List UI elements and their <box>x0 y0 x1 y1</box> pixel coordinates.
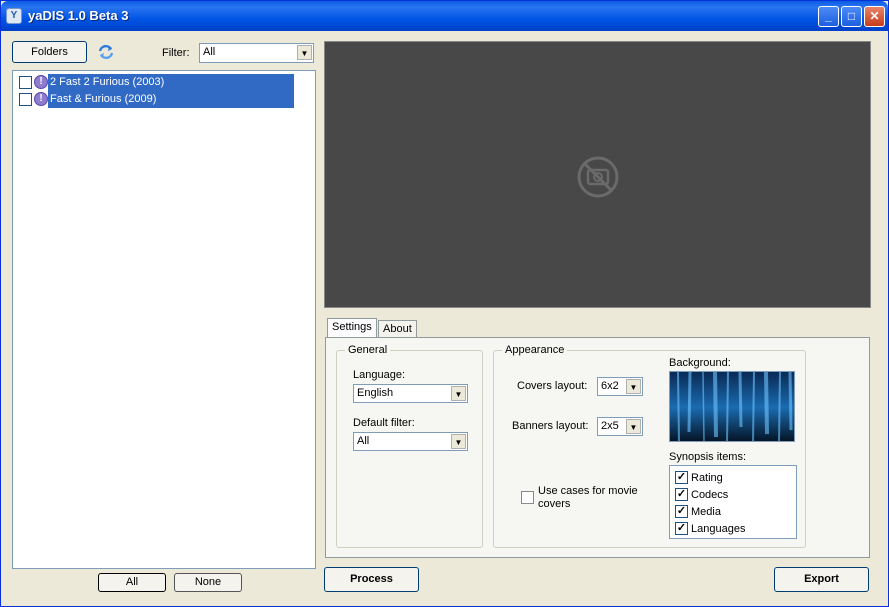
appearance-title: Appearance <box>502 344 568 356</box>
movie-list[interactable]: ! 2 Fast 2 Furious (2003) ! Fast & Furio… <box>12 70 316 569</box>
chevron-down-icon[interactable]: ▼ <box>626 379 641 394</box>
synopsis-item-label: Media <box>691 506 721 518</box>
synopsis-checkbox[interactable]: ✓ <box>675 522 688 535</box>
background-thumbnail[interactable] <box>669 371 795 442</box>
default-filter-value: All <box>357 435 370 447</box>
use-cases-label: Use cases for movie covers <box>538 485 638 510</box>
maximize-button[interactable]: □ <box>841 6 862 27</box>
synopsis-checkbox[interactable]: ✓ <box>675 471 688 484</box>
export-button[interactable]: Export <box>774 567 869 592</box>
default-filter-label: Default filter: <box>353 417 415 429</box>
minimize-button[interactable]: _ <box>818 6 839 27</box>
synopsis-checkbox[interactable]: ✓ <box>675 488 688 501</box>
no-image-icon <box>576 155 620 199</box>
synopsis-checkbox[interactable]: ✓ <box>675 505 688 518</box>
item-label: Fast & Furious (2009) <box>48 91 294 108</box>
language-value: English <box>357 387 394 399</box>
use-cases-checkbox[interactable] <box>521 491 534 504</box>
warning-icon: ! <box>34 75 48 89</box>
language-label: Language: <box>353 369 405 381</box>
appearance-group: Appearance Covers layout: 6x2 ▼ Banners … <box>493 344 806 548</box>
banners-layout-label: Banners layout: <box>512 420 589 432</box>
synopsis-item-label: Rating <box>691 472 723 484</box>
general-title: General <box>345 344 391 356</box>
select-all-button[interactable]: All <box>98 573 166 592</box>
refresh-icon[interactable] <box>97 43 115 61</box>
close-button[interactable]: ✕ <box>864 6 885 27</box>
filter-label: Filter: <box>162 47 190 59</box>
list-item[interactable]: ! 2 Fast 2 Furious (2003) <box>15 74 315 91</box>
item-checkbox[interactable] <box>19 76 32 89</box>
covers-layout-value: 6x2 <box>601 380 619 392</box>
tab-about[interactable]: About <box>378 320 417 338</box>
covers-layout-label: Covers layout: <box>517 380 588 392</box>
general-group: General Language: English ▼ Default filt… <box>336 344 483 548</box>
preview-area <box>324 41 871 308</box>
process-button[interactable]: Process <box>324 567 419 592</box>
app-window: Y yaDIS 1.0 Beta 3 _ □ ✕ Folders Filter:… <box>0 0 889 607</box>
language-select[interactable]: English ▼ <box>353 384 468 403</box>
filter-value: All <box>203 46 216 58</box>
covers-layout-select[interactable]: 6x2 ▼ <box>597 377 643 396</box>
synopsis-list[interactable]: ✓ Rating ✓ Codecs ✓ Media ✓ Languages <box>669 465 797 539</box>
background-label: Background: <box>669 357 731 369</box>
title-bar[interactable]: Y yaDIS 1.0 Beta 3 _ □ ✕ <box>1 1 888 31</box>
synopsis-label: Synopsis items: <box>669 451 747 463</box>
settings-panel: General Language: English ▼ Default filt… <box>325 337 870 558</box>
synopsis-item-label: Languages <box>691 523 746 535</box>
folders-button[interactable]: Folders <box>12 41 87 63</box>
item-checkbox[interactable] <box>19 93 32 106</box>
list-item[interactable]: ! Fast & Furious (2009) <box>15 91 315 108</box>
filter-select[interactable]: All ▼ <box>199 43 314 63</box>
window-title: yaDIS 1.0 Beta 3 <box>28 8 129 23</box>
app-icon: Y <box>6 8 22 24</box>
chevron-down-icon[interactable]: ▼ <box>297 45 312 60</box>
synopsis-item-label: Codecs <box>691 489 729 501</box>
default-filter-select[interactable]: All ▼ <box>353 432 468 451</box>
item-label: 2 Fast 2 Furious (2003) <box>48 74 294 91</box>
banners-layout-select[interactable]: 2x5 ▼ <box>597 417 643 436</box>
chevron-down-icon[interactable]: ▼ <box>451 386 466 401</box>
tab-settings[interactable]: Settings <box>327 318 377 338</box>
select-none-button[interactable]: None <box>174 573 242 592</box>
warning-icon: ! <box>34 92 48 106</box>
chevron-down-icon[interactable]: ▼ <box>451 434 466 449</box>
chevron-down-icon[interactable]: ▼ <box>626 419 641 434</box>
banners-layout-value: 2x5 <box>601 420 619 432</box>
